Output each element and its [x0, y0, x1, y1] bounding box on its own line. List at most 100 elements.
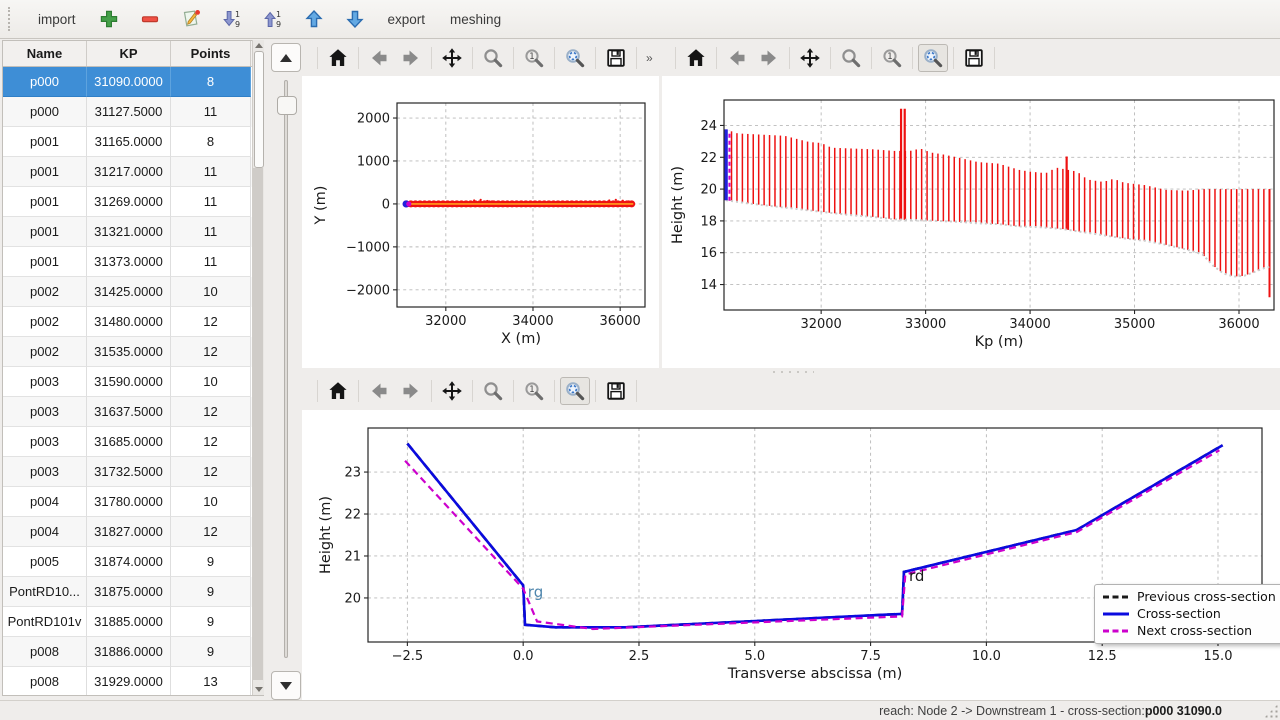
- zoom-region-icon: [564, 47, 586, 69]
- cross-section-plot-canvas[interactable]: −2.50.02.55.07.510.012.515.020212223rgrd…: [302, 410, 1280, 700]
- back-button[interactable]: [722, 44, 752, 72]
- zoom-button[interactable]: [836, 44, 866, 72]
- home-button[interactable]: [323, 377, 353, 405]
- kp-cell: 31480.0000: [87, 307, 171, 337]
- edit-cross-section-button[interactable]: [177, 5, 205, 33]
- legend-entry: Cross-section: [1102, 606, 1276, 621]
- table-row[interactable]: p00831886.00009: [3, 637, 263, 667]
- table-row[interactable]: p00331685.000012: [3, 427, 263, 457]
- points-cell: 13: [171, 667, 251, 696]
- zoom-region-button[interactable]: [918, 44, 948, 72]
- sort-descending-button[interactable]: 19: [218, 5, 246, 33]
- table-row[interactable]: p00531874.00009: [3, 547, 263, 577]
- table-scrollbar-up-icon[interactable]: [254, 41, 263, 50]
- svg-text:14: 14: [700, 278, 717, 293]
- toolbar-drag-handle[interactable]: [8, 7, 15, 31]
- column-header-points[interactable]: Points: [171, 41, 251, 66]
- toolbar-separator: [513, 47, 514, 69]
- horizontal-splitter[interactable]: [302, 368, 1280, 375]
- table-row[interactable]: p00031127.500011: [3, 97, 263, 127]
- zoom-button[interactable]: [478, 44, 508, 72]
- table-scrollbar-thumb[interactable]: [254, 51, 264, 168]
- table-row[interactable]: p00331590.000010: [3, 367, 263, 397]
- legend-line-sample: [1102, 609, 1130, 619]
- table-row[interactable]: p00131269.000011: [3, 187, 263, 217]
- table-row[interactable]: p00431827.000012: [3, 517, 263, 547]
- table-row[interactable]: p00231480.000012: [3, 307, 263, 337]
- save-button[interactable]: [601, 377, 631, 405]
- splitter-handle-icon[interactable]: [770, 370, 814, 373]
- plan-plot-canvas[interactable]: 320003400036000−2000−1000010002000X (m)Y…: [302, 76, 659, 368]
- svg-text:9: 9: [276, 20, 281, 29]
- cross-section-extent-bars: [726, 109, 1269, 298]
- next-section-button[interactable]: [271, 671, 301, 700]
- back-icon: [368, 380, 390, 402]
- zoom-one-button[interactable]: 1: [519, 44, 549, 72]
- section-slider-handle[interactable]: [277, 96, 297, 115]
- kp-cell: 31886.0000: [87, 637, 171, 667]
- kp-cell: 31269.0000: [87, 187, 171, 217]
- forward-button[interactable]: [754, 44, 784, 72]
- back-button[interactable]: [364, 377, 394, 405]
- remove-cross-section-button[interactable]: [136, 5, 164, 33]
- back-button[interactable]: [364, 44, 394, 72]
- table-scrollbar-track[interactable]: [253, 168, 263, 680]
- forward-button[interactable]: [396, 44, 426, 72]
- zoom-button[interactable]: [478, 377, 508, 405]
- forward-button[interactable]: [396, 377, 426, 405]
- column-header-kp[interactable]: KP: [87, 41, 171, 66]
- table-row[interactable]: p00231535.000012: [3, 337, 263, 367]
- table-row[interactable]: p00331732.500012: [3, 457, 263, 487]
- save-button[interactable]: [959, 44, 989, 72]
- zoom-region-button[interactable]: [560, 377, 590, 405]
- move-up-button[interactable]: [300, 5, 328, 33]
- svg-text:36000: 36000: [1218, 317, 1259, 332]
- table-row[interactable]: p00331637.500012: [3, 397, 263, 427]
- legend-label: Next cross-section: [1137, 623, 1252, 638]
- table-row[interactable]: p00231425.000010: [3, 277, 263, 307]
- svg-text:24: 24: [700, 119, 717, 134]
- pan-button[interactable]: [437, 377, 467, 405]
- profile-plot-canvas[interactable]: 3200033000340003500036000141618202224Kp …: [662, 76, 1280, 368]
- column-header-name[interactable]: Name: [3, 41, 87, 66]
- save-button[interactable]: [601, 44, 631, 72]
- home-button[interactable]: [323, 44, 353, 72]
- section-slider-groove[interactable]: [284, 80, 288, 658]
- pan-icon: [441, 47, 463, 69]
- table-row[interactable]: PontRD101v31885.00009: [3, 607, 263, 637]
- add-icon: [98, 8, 120, 30]
- table-row[interactable]: PontRD10...31875.00009: [3, 577, 263, 607]
- zoom-one-icon: 1: [523, 47, 545, 69]
- toolbar-separator: [716, 47, 717, 69]
- table-scrollbar-down-icon[interactable]: [254, 685, 263, 694]
- name-cell: p008: [3, 637, 87, 667]
- home-icon: [685, 47, 707, 69]
- pan-button[interactable]: [437, 44, 467, 72]
- table-row[interactable]: p00131321.000011: [3, 217, 263, 247]
- add-cross-section-button[interactable]: [95, 5, 123, 33]
- table-row[interactable]: p00131165.00008: [3, 127, 263, 157]
- table-row[interactable]: p00031090.00008: [3, 67, 263, 97]
- sort-ascending-button[interactable]: 19: [259, 5, 287, 33]
- table-row[interactable]: p00431780.000010: [3, 487, 263, 517]
- move-down-button[interactable]: [341, 5, 369, 33]
- toolbar-overflow-button[interactable]: »: [642, 51, 657, 65]
- zoom-one-button[interactable]: 1: [519, 377, 549, 405]
- home-button[interactable]: [681, 44, 711, 72]
- remove-icon: [139, 8, 161, 30]
- previous-section-button[interactable]: [271, 43, 301, 72]
- table-row[interactable]: p00131373.000011: [3, 247, 263, 277]
- meshing-button[interactable]: meshing: [444, 8, 507, 31]
- svg-text:34000: 34000: [512, 314, 553, 329]
- svg-text:36000: 36000: [599, 314, 640, 329]
- zoom-one-button[interactable]: 1: [877, 44, 907, 72]
- pan-button[interactable]: [795, 44, 825, 72]
- table-row[interactable]: p00131217.000011: [3, 157, 263, 187]
- table-scrollbar[interactable]: [252, 40, 264, 695]
- pan-icon: [441, 380, 463, 402]
- zoom-region-button[interactable]: [560, 44, 590, 72]
- table-row[interactable]: p00831929.000013: [3, 667, 263, 696]
- name-cell: p001: [3, 157, 87, 187]
- import-button[interactable]: import: [32, 8, 82, 31]
- export-button[interactable]: export: [382, 8, 432, 31]
